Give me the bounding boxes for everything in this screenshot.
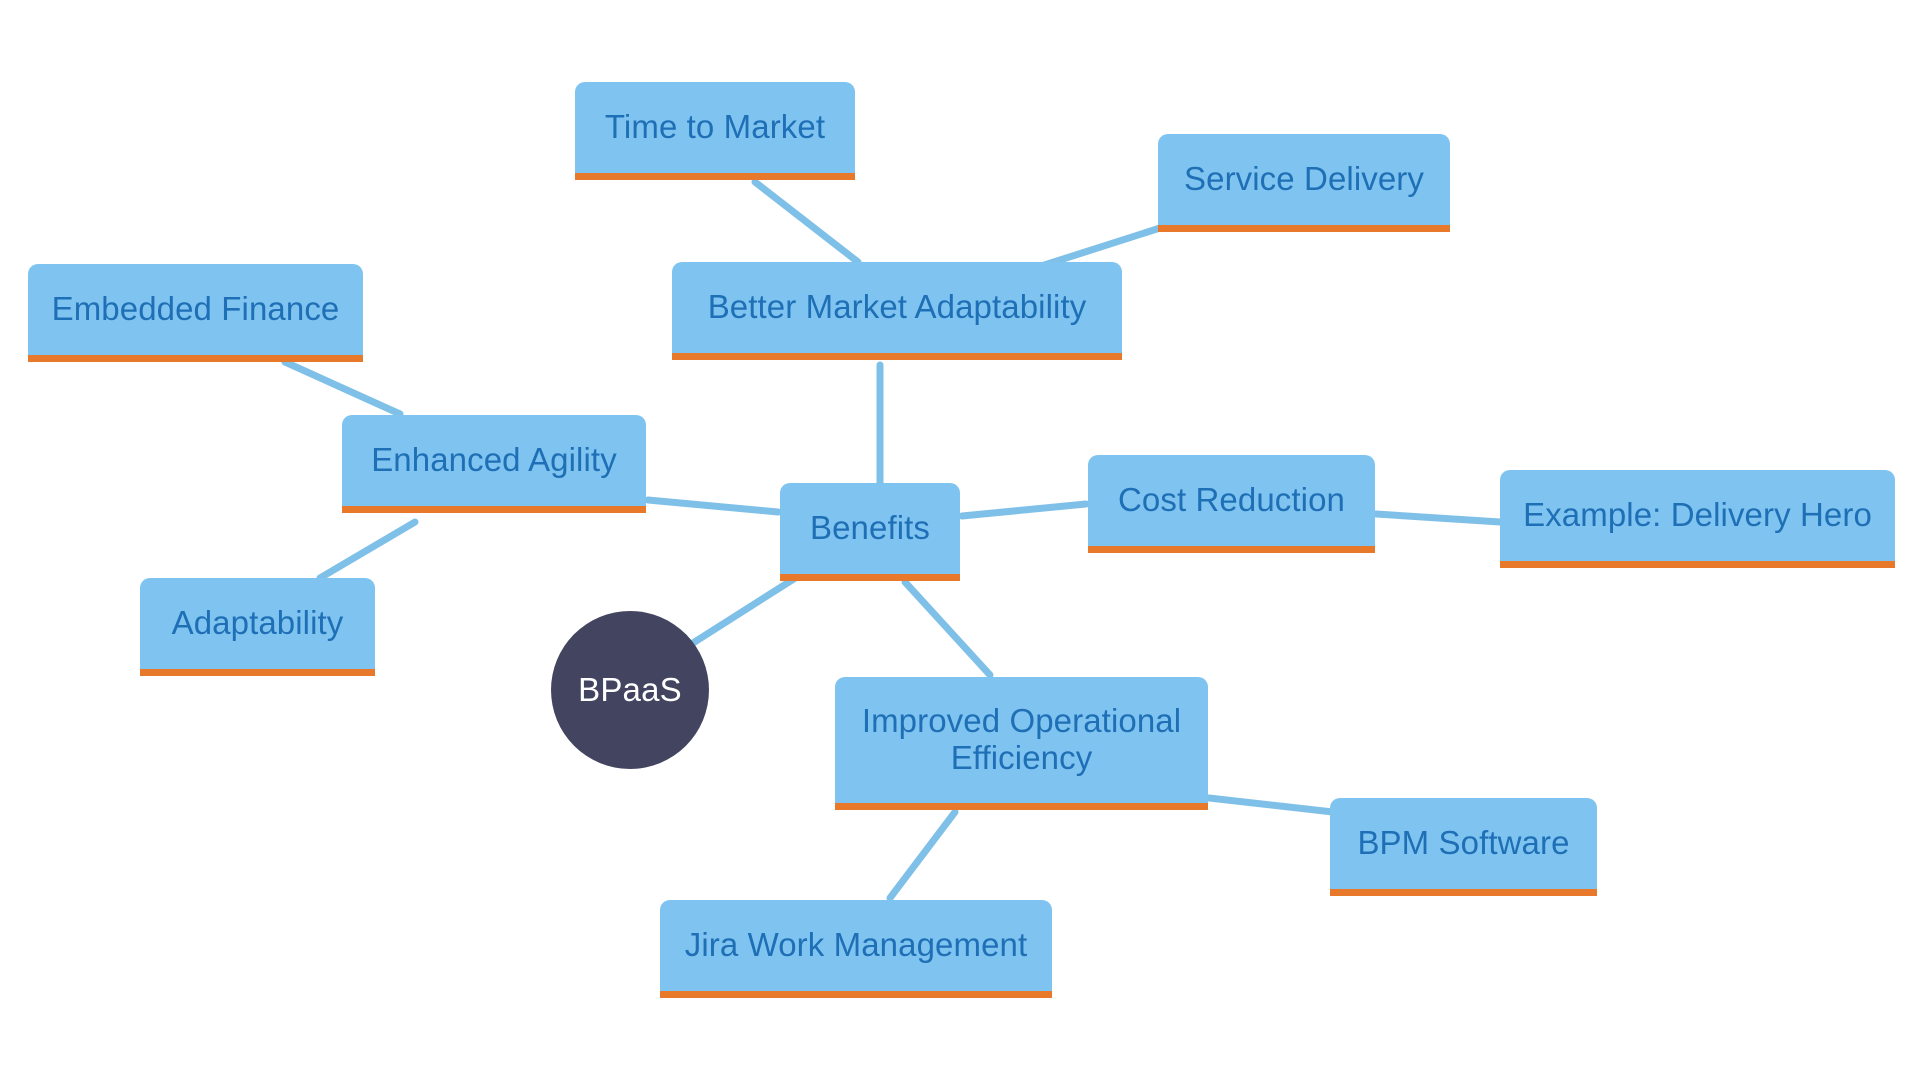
- node-example-delivery-hero[interactable]: Example: Delivery Hero: [1500, 470, 1895, 568]
- node-label: Jira Work Management: [684, 926, 1028, 964]
- edge-benefits-to-improved-operational-efficiency: [901, 578, 994, 679]
- node-label: Adaptability: [171, 604, 344, 642]
- node-jira-work-management[interactable]: Jira Work Management: [660, 900, 1052, 998]
- edge-improved-operational-efficiency-to-bpm-software: [1205, 794, 1337, 816]
- node-embedded-finance[interactable]: Embedded Finance: [28, 264, 363, 362]
- node-label: Enhanced Agility: [371, 441, 617, 479]
- node-cost-reduction[interactable]: Cost Reduction: [1088, 455, 1375, 553]
- node-benefits[interactable]: Benefits: [780, 483, 960, 581]
- edge-bpaas-to-benefits: [689, 571, 804, 647]
- node-time-to-market[interactable]: Time to Market: [575, 82, 855, 180]
- edge-cost-reduction-to-example-delivery-hero: [1372, 510, 1504, 526]
- node-enhanced-agility[interactable]: Enhanced Agility: [342, 415, 646, 513]
- edge-benefits-to-cost-reduction: [958, 500, 1090, 520]
- root-node-bpaas[interactable]: BPaaS: [551, 611, 709, 769]
- edge-better-market-adaptability-to-time-to-market: [751, 178, 862, 266]
- node-label: Improved Operational Efficiency: [861, 702, 1182, 776]
- edge-enhanced-agility-to-embedded-finance: [281, 358, 404, 418]
- node-label: Example: Delivery Hero: [1523, 496, 1872, 534]
- edge-enhanced-agility-to-adaptability: [316, 518, 419, 582]
- node-service-delivery[interactable]: Service Delivery: [1158, 134, 1450, 232]
- node-adaptability[interactable]: Adaptability: [140, 578, 375, 676]
- node-label: Time to Market: [604, 108, 826, 146]
- node-label: Service Delivery: [1184, 160, 1424, 198]
- node-label: Embedded Finance: [51, 290, 340, 328]
- edge-benefits-to-enhanced-agility: [644, 496, 782, 516]
- node-better-market-adaptability[interactable]: Better Market Adaptability: [672, 262, 1122, 360]
- node-label: Better Market Adaptability: [707, 288, 1087, 326]
- node-improved-operational-efficiency[interactable]: Improved Operational Efficiency: [835, 677, 1208, 810]
- node-label: Cost Reduction: [1117, 481, 1346, 519]
- node-label: Benefits: [809, 509, 931, 547]
- root-node-label: BPaaS: [578, 671, 682, 708]
- node-label: BPM Software: [1357, 824, 1570, 862]
- node-bpm-software[interactable]: BPM Software: [1330, 798, 1597, 896]
- mindmap-canvas: Time to Market Service Delivery Embedded F…: [0, 0, 1920, 1080]
- edge-improved-operational-efficiency-to-jira-work-management: [886, 808, 959, 902]
